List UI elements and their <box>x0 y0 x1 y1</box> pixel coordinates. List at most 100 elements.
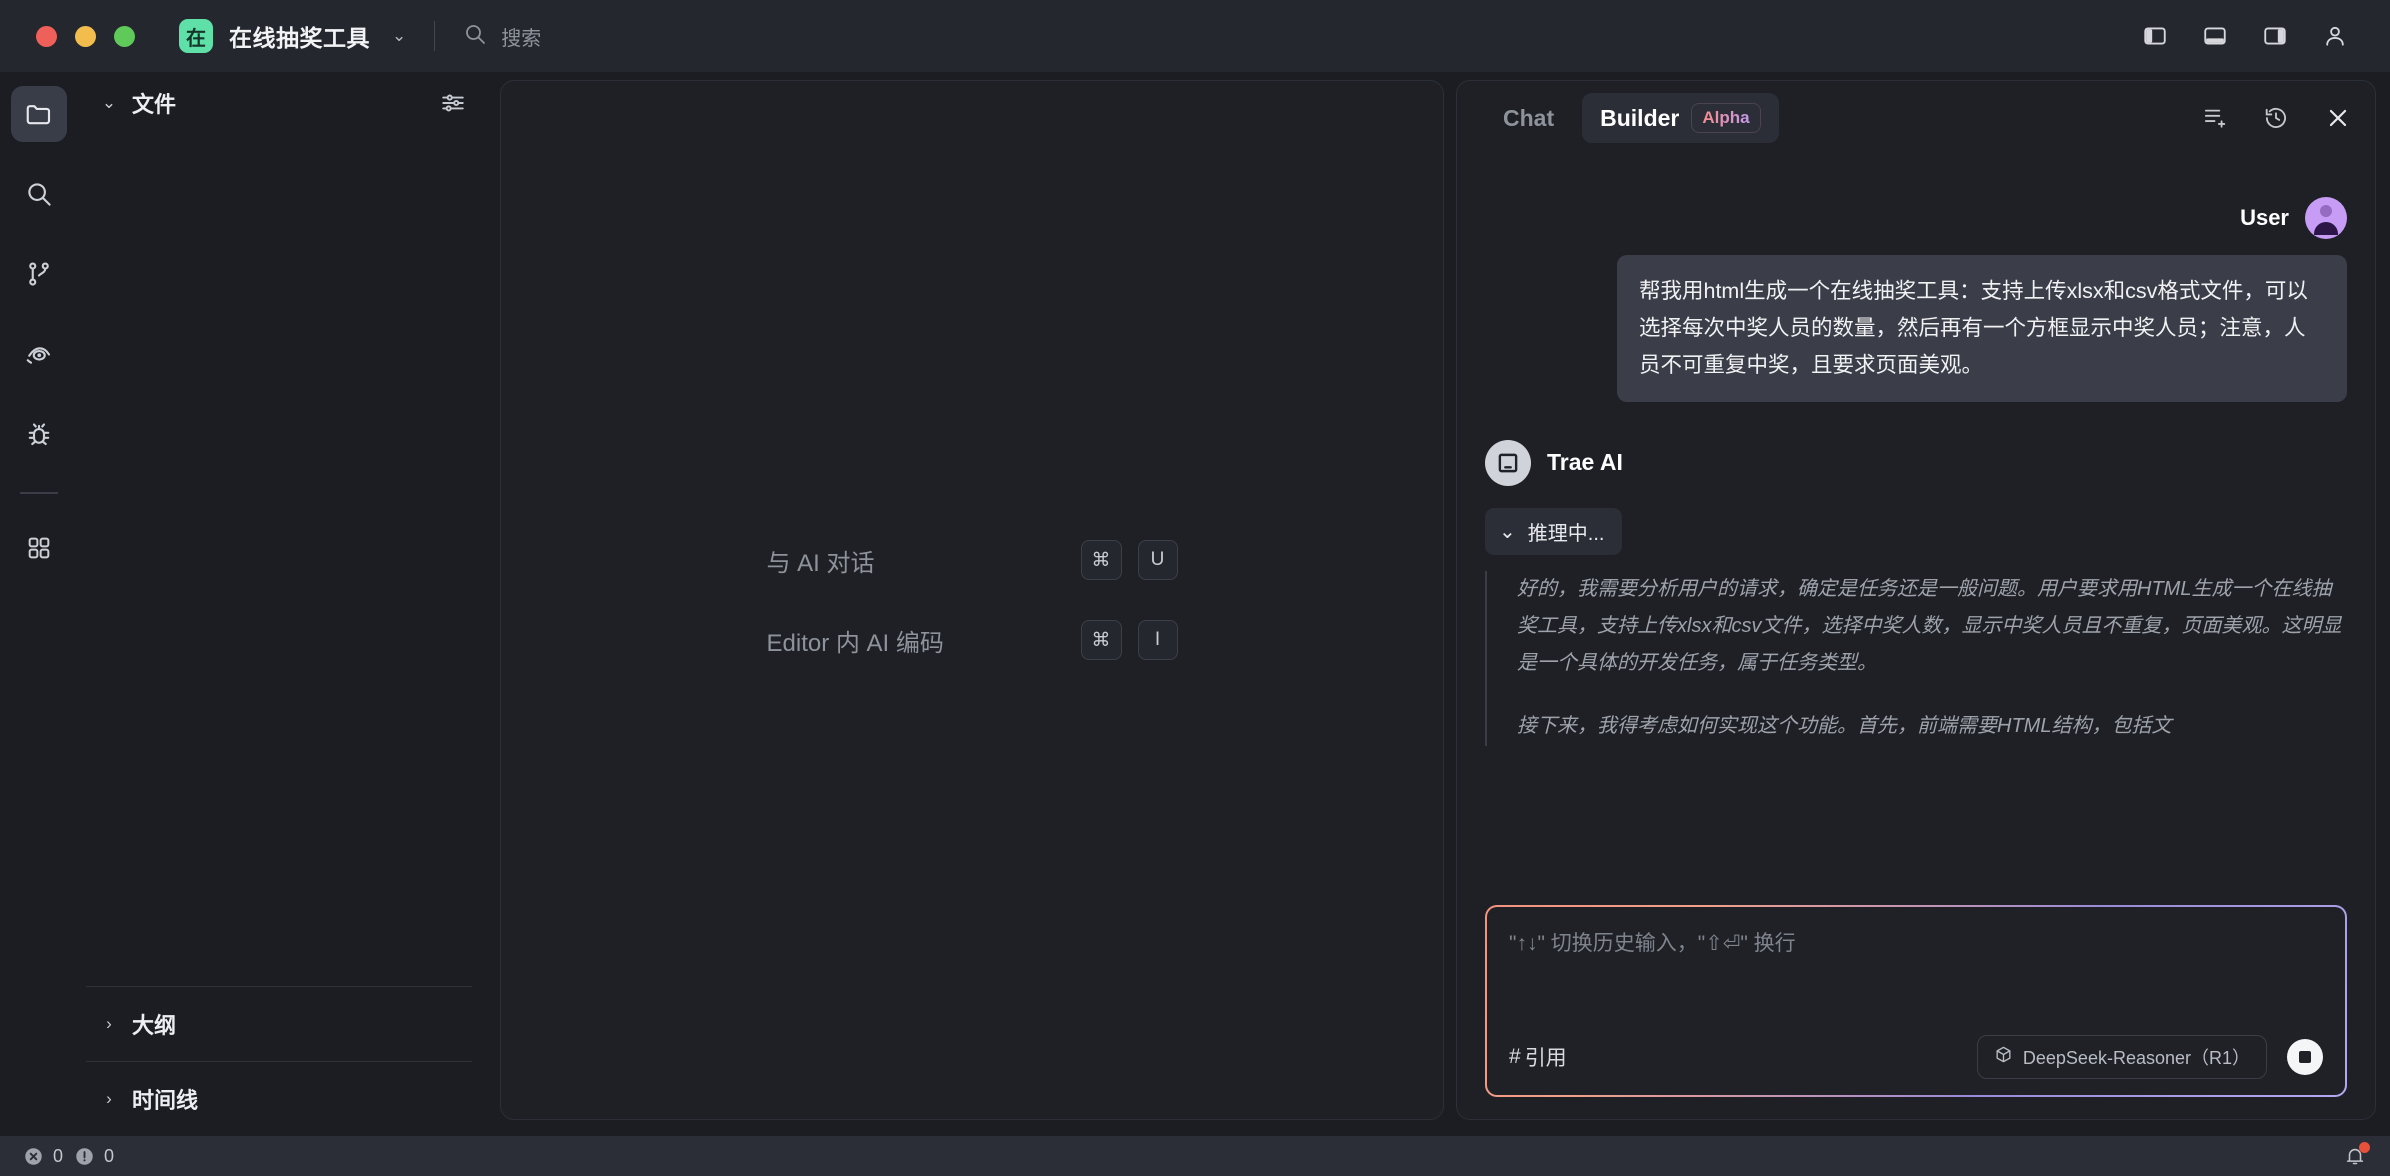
chevron-down-icon: ⌄ <box>1499 520 1516 543</box>
right-panel-toggle-icon[interactable] <box>2260 21 2290 51</box>
titlebar-actions <box>2140 21 2362 51</box>
bottom-panel-toggle-icon[interactable] <box>2200 21 2230 51</box>
bell-icon[interactable] <box>2342 1142 2370 1169</box>
chevron-down-icon[interactable]: ⌄ <box>100 93 118 113</box>
shortcut-keys: ⌘ I <box>1080 620 1178 660</box>
model-selector[interactable]: DeepSeek-Reasoner（R1） <box>1976 1035 2267 1079</box>
close-icon[interactable] <box>2325 105 2351 131</box>
history-icon[interactable] <box>2263 105 2289 131</box>
quote-button[interactable]: # 引用 <box>1509 1042 1567 1072</box>
shortcut-label: Editor 内 AI 编码 <box>766 629 944 657</box>
chevron-right-icon[interactable]: › <box>100 1014 118 1034</box>
reasoning-block: 好的，我需要分析用户的请求，确定是任务还是一般问题。用户要求用HTML生成一个在… <box>1485 570 2347 746</box>
window-controls[interactable] <box>36 25 135 47</box>
sliders-icon[interactable] <box>440 90 466 116</box>
activity-bar <box>0 72 78 1136</box>
sidebar-item-debug[interactable] <box>11 406 67 462</box>
sidebar-item-source-control[interactable] <box>11 246 67 302</box>
project-icon: 在 <box>179 19 213 53</box>
left-panel-toggle-icon[interactable] <box>2140 21 2170 51</box>
hash-icon: # <box>1509 1045 1521 1068</box>
assistant-message-header: Trae AI <box>1485 439 2347 486</box>
assistant-name: Trae AI <box>1547 449 1623 476</box>
shortcut-row-chat[interactable]: 与 AI 对话 ⌘ U <box>767 540 1178 580</box>
ai-panel: Chat Builder Alpha User 帮我用html生成一个在线抽奖工… <box>1456 80 2376 1120</box>
user-name: User <box>2240 205 2289 230</box>
sidebar-item-search[interactable] <box>11 166 67 222</box>
alpha-badge: Alpha <box>1691 103 1761 133</box>
ai-conversation[interactable]: User 帮我用html生成一个在线抽奖工具：支持上传xlsx和csv格式文件，… <box>1457 155 2375 889</box>
status-bar: 0 0 <box>0 1136 2390 1176</box>
welcome-shortcuts: 与 AI 对话 ⌘ U Editor 内 AI 编码 ⌘ I <box>767 540 1178 660</box>
tab-chat[interactable]: Chat <box>1485 95 1572 142</box>
composer-toolbar: # 引用 DeepSeek-Reasoner（R1） <box>1509 1035 2323 1079</box>
reasoning-toggle[interactable]: ⌄ 推理中... <box>1485 507 1623 555</box>
stop-square-icon <box>2299 1051 2311 1063</box>
composer-box[interactable]: "↑↓" 切换历史输入，"⇧⏎" 换行 # 引用 DeepSeek-Reason… <box>1487 907 2345 1095</box>
editor-area: 与 AI 对话 ⌘ U Editor 内 AI 编码 ⌘ I <box>500 72 1456 1136</box>
chevron-down-icon[interactable]: ⌄ <box>392 26 406 46</box>
timeline-section-header[interactable]: › 时间线 <box>78 1062 480 1136</box>
composer-area: "↑↓" 切换历史输入，"⇧⏎" 换行 # 引用 DeepSeek-Reason… <box>1457 889 2375 1119</box>
key-u: U <box>1137 540 1178 580</box>
explorer-panel: ⌄ 文件 › 大纲 › 时间线 <box>78 72 500 1136</box>
tab-chat-label: Chat <box>1503 104 1555 131</box>
sidebar-item-preview[interactable] <box>11 326 67 382</box>
ai-panel-header: Chat Builder Alpha <box>1457 81 2375 155</box>
titlebar-divider <box>434 21 436 51</box>
files-title: 文件 <box>132 92 177 117</box>
shortcut-row-inline-code[interactable]: Editor 内 AI 编码 ⌘ I <box>767 620 1178 660</box>
minimize-window-button[interactable] <box>75 25 96 47</box>
user-message-header: User <box>1485 197 2347 239</box>
cube-icon <box>1994 1045 2013 1069</box>
key-cmd: ⌘ <box>1080 540 1122 580</box>
files-section-header[interactable]: ⌄ 文件 <box>78 72 480 134</box>
maximize-window-button[interactable] <box>114 25 135 47</box>
errors-count: 0 <box>53 1145 64 1166</box>
avatar-body <box>2314 222 2338 235</box>
search-placeholder: 搜索 <box>501 27 542 50</box>
reasoning-toggle-label: 推理中... <box>1527 522 1605 545</box>
shortcut-label: 与 AI 对话 <box>766 549 875 577</box>
timeline-title: 时间线 <box>132 1088 199 1113</box>
project-name: 在线抽奖工具 <box>229 25 370 51</box>
shortcut-keys: ⌘ U <box>1080 540 1178 580</box>
quote-label: 引用 <box>1524 1047 1567 1070</box>
notification-dot <box>2359 1142 2370 1153</box>
user-message-bubble: 帮我用html生成一个在线抽奖工具：支持上传xlsx和csv格式文件，可以选择每… <box>1617 255 2347 402</box>
avatar <box>2305 197 2347 239</box>
reasoning-paragraph: 好的，我需要分析用户的请求，确定是任务还是一般问题。用户要求用HTML生成一个在… <box>1517 577 2342 675</box>
status-errors[interactable]: 0 <box>22 1145 63 1167</box>
key-cmd: ⌘ <box>1080 620 1122 660</box>
outline-section-header[interactable]: › 大纲 <box>78 987 480 1061</box>
tab-builder[interactable]: Builder Alpha <box>1582 93 1779 143</box>
main-body: ⌄ 文件 › 大纲 › 时间线 与 AI 对话 ⌘ U Editor 内 AI … <box>0 72 2390 1136</box>
model-name: DeepSeek-Reasoner（R1） <box>2022 1048 2250 1068</box>
chevron-right-icon[interactable]: › <box>100 1089 118 1109</box>
sidebar-item-explorer[interactable] <box>11 86 67 142</box>
warnings-count: 0 <box>104 1145 115 1166</box>
title-bar: 在 在线抽奖工具 ⌄ 搜索 <box>0 0 2390 72</box>
avatar-head <box>2320 205 2332 217</box>
reasoning-paragraph: 接下来，我得考虑如何实现这个功能。首先，前端需要HTML结构，包括文 <box>1517 715 2172 738</box>
key-i: I <box>1137 620 1178 660</box>
new-chat-icon[interactable] <box>2201 105 2227 131</box>
activitybar-divider <box>20 492 58 494</box>
user-account-icon[interactable] <box>2320 21 2350 51</box>
search-box[interactable]: 搜索 <box>463 22 541 51</box>
editor-welcome-pane: 与 AI 对话 ⌘ U Editor 内 AI 编码 ⌘ I <box>500 80 1444 1120</box>
project-selector[interactable]: 在 在线抽奖工具 ⌄ <box>179 19 406 53</box>
close-window-button[interactable] <box>36 25 57 47</box>
tab-builder-label: Builder <box>1600 104 1680 131</box>
stop-generation-button[interactable] <box>2287 1039 2323 1075</box>
sidebar-item-extensions[interactable] <box>11 520 67 576</box>
trae-ai-icon <box>1485 439 1531 486</box>
outline-title: 大纲 <box>132 1013 177 1038</box>
error-circle-icon <box>22 1145 44 1167</box>
chat-input-placeholder[interactable]: "↑↓" 切换历史输入，"⇧⏎" 换行 <box>1509 927 2323 957</box>
file-tree[interactable] <box>78 134 480 986</box>
search-icon <box>463 22 487 51</box>
warning-circle-icon <box>73 1145 95 1167</box>
status-warnings[interactable]: 0 <box>73 1145 114 1167</box>
composer-gradient-border: "↑↓" 切换历史输入，"⇧⏎" 换行 # 引用 DeepSeek-Reason… <box>1485 905 2347 1097</box>
